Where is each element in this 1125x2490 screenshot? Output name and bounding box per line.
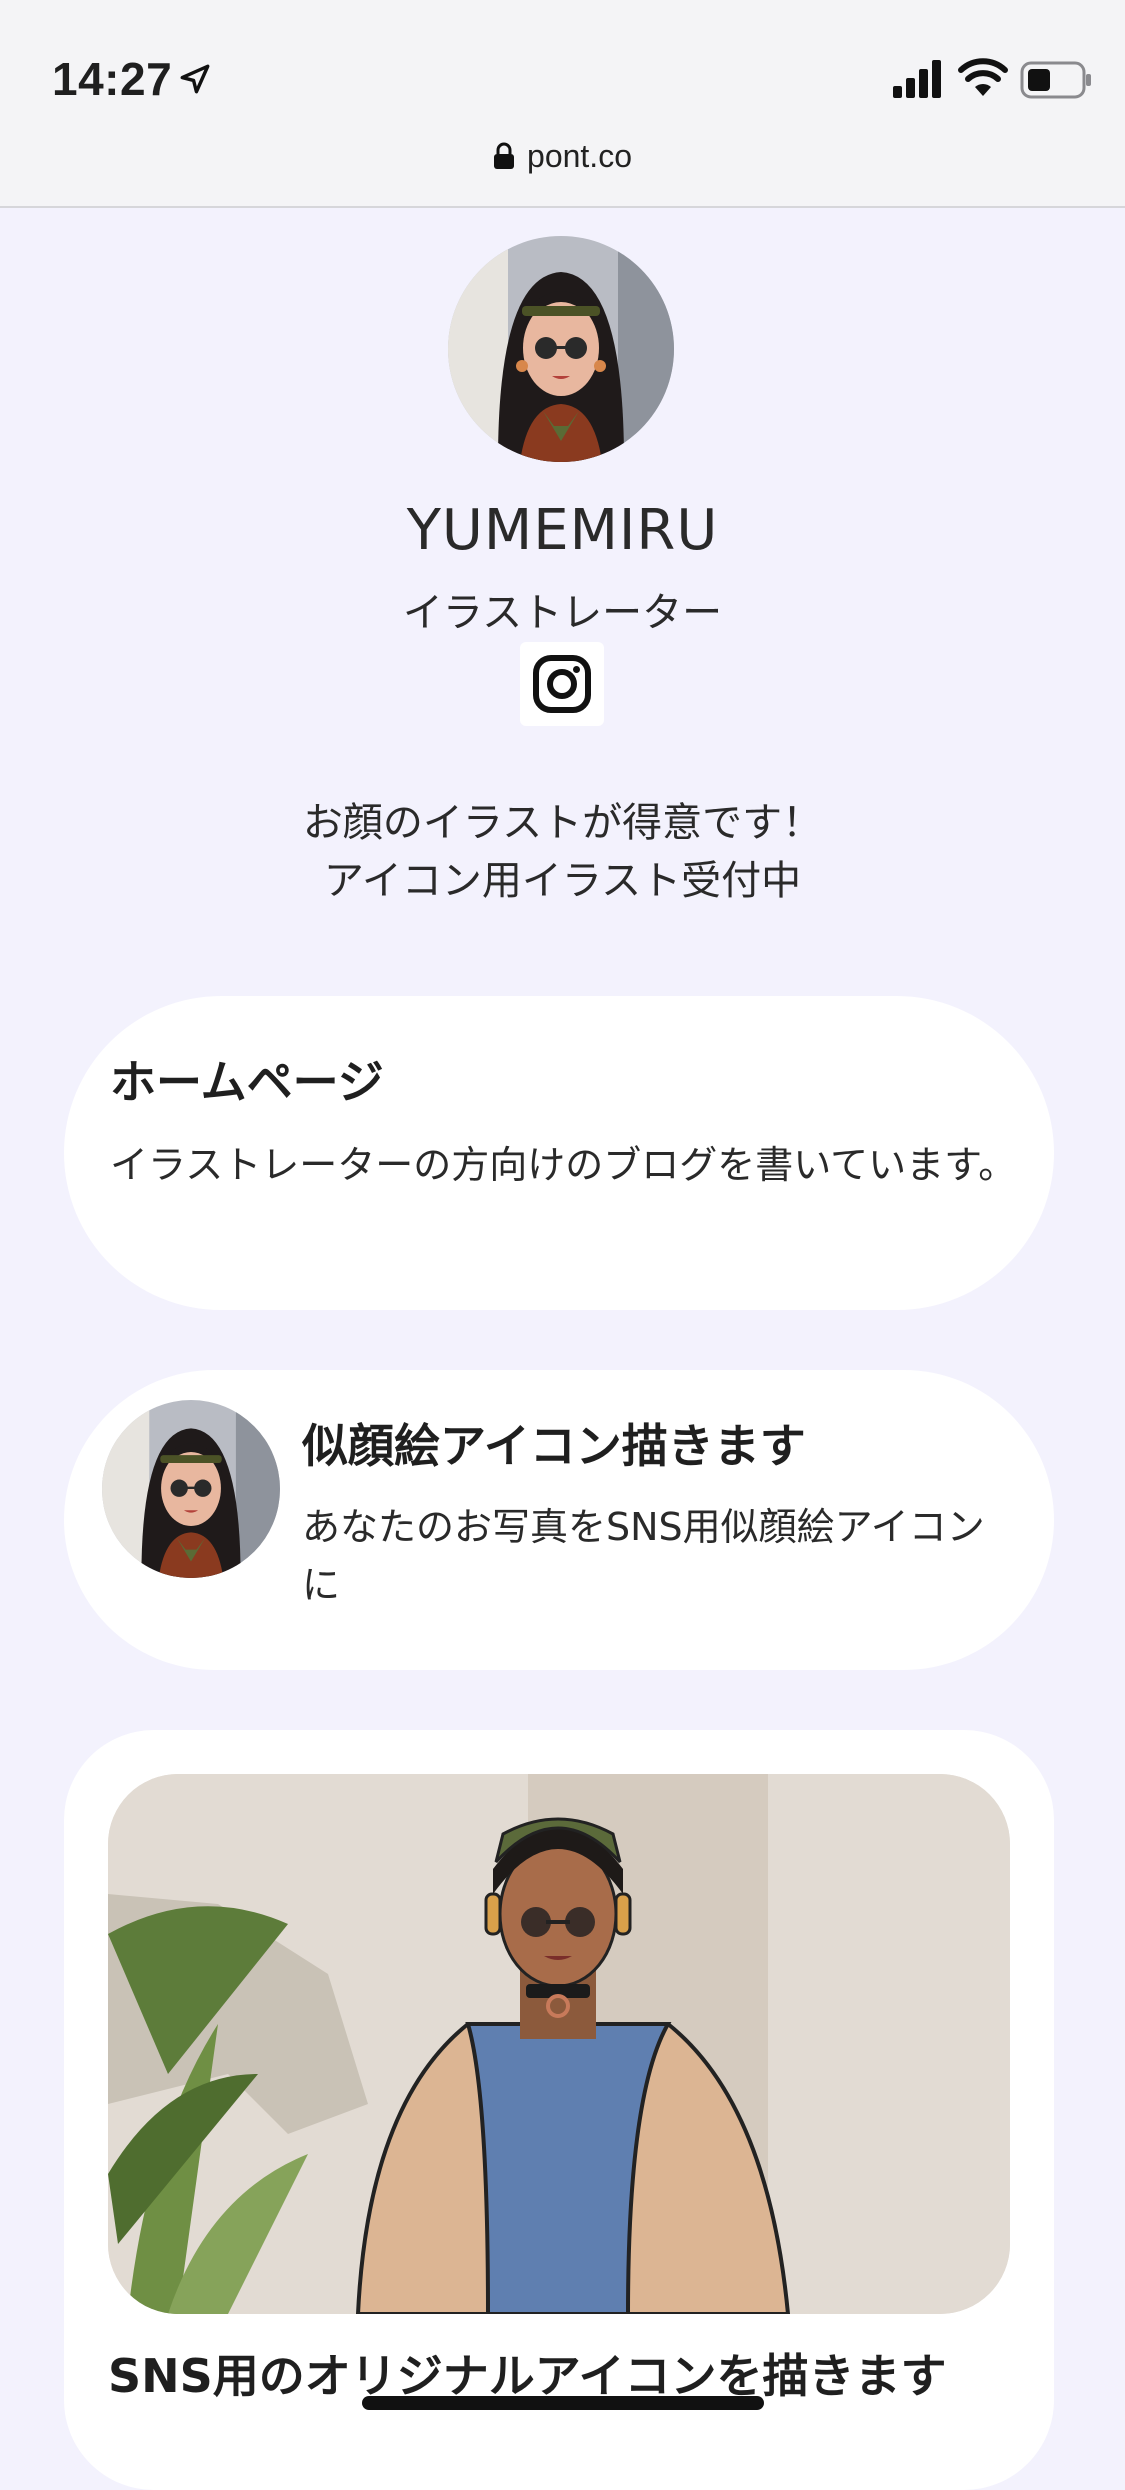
bio-line-1: お顔のイラストが得意です！ bbox=[302, 800, 823, 846]
address-bar[interactable]: pont.co bbox=[0, 138, 1125, 175]
profile-name: YUMEMIRU bbox=[406, 498, 719, 563]
link-hero-image bbox=[108, 1774, 1010, 2314]
instagram-icon bbox=[533, 655, 591, 713]
link-card-homepage[interactable]: ホームページ イラストレーターの方向けのブログを書いています。 bbox=[64, 996, 1054, 1310]
url-text: pont.co bbox=[527, 138, 632, 174]
link-description: あなたのお写真をSNS用似顔絵アイコンに bbox=[302, 1505, 985, 1607]
link-thumbnail bbox=[102, 1400, 280, 1578]
wifi-icon bbox=[958, 58, 1008, 96]
link-title: 似顔絵アイコン描きます bbox=[302, 1419, 806, 1473]
instagram-link[interactable] bbox=[520, 642, 604, 726]
profile-role: イラストレーター bbox=[402, 590, 723, 636]
status-time: 14:27 bbox=[52, 53, 173, 105]
link-card-portrait-icon[interactable]: 似顔絵アイコン描きます あなたのお写真をSNS用似顔絵アイコンに bbox=[64, 1370, 1054, 1670]
bio-line-2: アイコン用イラスト受付中 bbox=[323, 858, 802, 904]
link-description: イラストレーターの方向けのブログを書いています。 bbox=[110, 1143, 1017, 1187]
profile-avatar bbox=[448, 236, 674, 462]
battery-icon bbox=[1020, 61, 1091, 99]
home-indicator[interactable] bbox=[362, 2396, 764, 2410]
cellular-signal-icon bbox=[893, 60, 941, 98]
location-arrow-icon bbox=[180, 64, 210, 94]
profile-bio: お顔のイラストが得意です！ アイコン用イラスト受付中 bbox=[0, 794, 1125, 910]
status-bar: 14:27 pont.co bbox=[0, 0, 1125, 208]
lock-icon bbox=[494, 142, 515, 169]
link-title: ホームページ bbox=[110, 1055, 384, 1109]
link-card-original-icon[interactable]: SNS用のオリジナルアイコンを描きます bbox=[64, 1730, 1054, 2490]
